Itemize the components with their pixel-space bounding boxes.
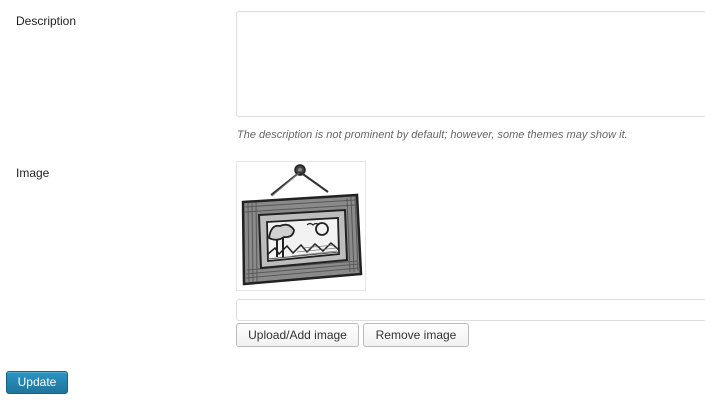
description-textarea[interactable] xyxy=(236,11,705,117)
description-hint: The description is not prominent by defa… xyxy=(237,129,628,141)
update-button[interactable]: Update xyxy=(6,371,68,394)
image-label: Image xyxy=(16,166,50,180)
upload-image-button[interactable]: Upload/Add image xyxy=(236,323,359,347)
image-url-input[interactable] xyxy=(236,299,705,321)
description-label: Description xyxy=(16,14,77,28)
framed-picture-sketch-icon xyxy=(241,164,363,286)
image-thumbnail xyxy=(236,161,366,291)
remove-image-button[interactable]: Remove image xyxy=(363,323,469,347)
